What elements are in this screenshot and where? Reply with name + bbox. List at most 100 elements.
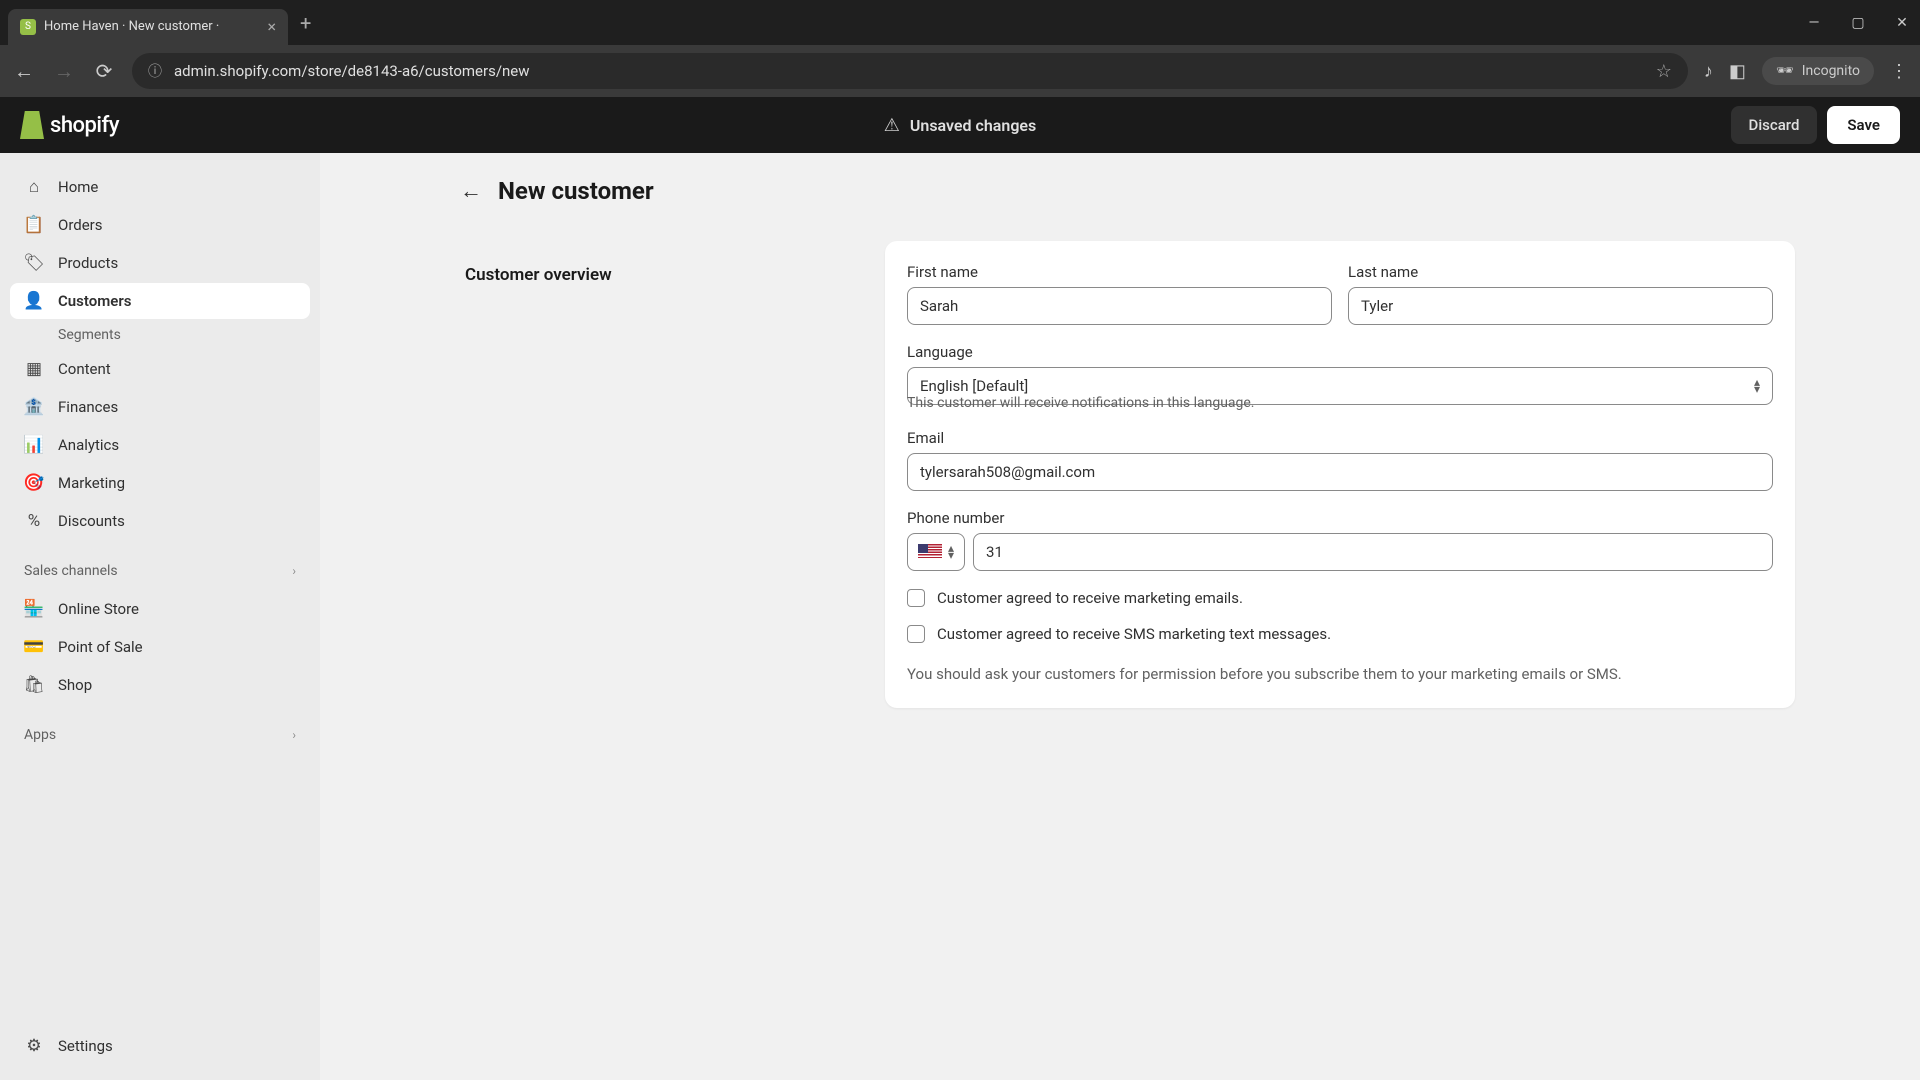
save-button[interactable]: Save — [1827, 106, 1900, 144]
back-arrow-button[interactable]: ← — [460, 178, 482, 204]
first-name-label: First name — [907, 263, 1332, 281]
sidebar-item-content[interactable]: ▦ Content — [10, 351, 310, 387]
sidebar-item-label: Finances — [58, 398, 118, 416]
sidebar-item-customers[interactable]: 👤 Customers — [10, 283, 310, 319]
maximize-button[interactable]: ▢ — [1848, 15, 1868, 31]
media-icon[interactable]: ♪ — [1704, 61, 1713, 82]
sidebar-item-label: Customers — [58, 292, 131, 310]
sidebar-item-shop[interactable]: 🛍 Shop — [10, 667, 310, 703]
browser-tab[interactable]: S Home Haven · New customer · × — [8, 9, 288, 45]
country-code-select[interactable]: ▴▾ — [907, 533, 965, 571]
sidebar-item-analytics[interactable]: 📊 Analytics — [10, 427, 310, 463]
home-icon: ⌂ — [24, 177, 44, 197]
us-flag-icon — [918, 544, 942, 560]
content-area: ← New customer Customer overview First n… — [320, 153, 1920, 1080]
sidebar-section-label: Sales channels — [24, 563, 118, 579]
analytics-icon: 📊 — [24, 435, 44, 455]
bookmark-icon[interactable]: ☆ — [1656, 61, 1672, 82]
last-name-input[interactable] — [1348, 287, 1773, 325]
sidebar-item-settings[interactable]: ⚙ Settings — [10, 1028, 310, 1064]
reload-button[interactable]: ⟳ — [92, 59, 116, 83]
sidebar-item-home[interactable]: ⌂ Home — [10, 169, 310, 205]
new-tab-button[interactable]: + — [300, 11, 311, 35]
sidebar-item-online-store[interactable]: 🏪 Online Store — [10, 591, 310, 627]
panel-icon[interactable]: ◧ — [1729, 61, 1746, 82]
sidebar-item-label: Settings — [58, 1037, 113, 1055]
first-name-input[interactable] — [907, 287, 1332, 325]
sidebar-section-apps[interactable]: Apps › — [10, 717, 310, 753]
forward-button[interactable]: → — [52, 59, 76, 84]
sidebar-sub-segments[interactable]: Segments — [10, 321, 310, 349]
marketing-sms-checkbox[interactable] — [907, 625, 925, 643]
incognito-badge[interactable]: 🕶 Incognito — [1762, 57, 1874, 85]
finances-icon: 🏦 — [24, 397, 44, 417]
store-icon: 🏪 — [24, 599, 44, 619]
sidebar-item-marketing[interactable]: 🎯 Marketing — [10, 465, 310, 501]
incognito-label: Incognito — [1802, 63, 1860, 79]
close-window-button[interactable]: ✕ — [1892, 15, 1912, 31]
sidebar-item-label: Shop — [58, 676, 92, 694]
marketing-email-checkbox[interactable] — [907, 589, 925, 607]
warning-icon: ⚠ — [884, 115, 900, 136]
chevron-right-icon: › — [292, 564, 296, 578]
pos-icon: 💳 — [24, 637, 44, 657]
url-text: admin.shopify.com/store/de8143-a6/custom… — [174, 62, 1644, 80]
shopify-wordmark: shopify — [50, 113, 119, 138]
content-icon: ▦ — [24, 359, 44, 379]
shop-icon: 🛍 — [24, 675, 44, 695]
section-title: Customer overview — [465, 265, 845, 285]
sidebar-section-sales[interactable]: Sales channels › — [10, 553, 310, 589]
sidebar-item-label: Online Store — [58, 600, 139, 618]
last-name-label: Last name — [1348, 263, 1773, 281]
back-button[interactable]: ← — [12, 59, 36, 84]
unsaved-label: Unsaved changes — [910, 116, 1036, 135]
url-bar[interactable]: ⓘ admin.shopify.com/store/de8143-a6/cust… — [132, 53, 1688, 89]
shopify-bag-icon — [20, 111, 44, 139]
customers-icon: 👤 — [24, 291, 44, 311]
marketing-email-label: Customer agreed to receive marketing ema… — [937, 589, 1243, 607]
sidebar-item-products[interactable]: 🏷 Products — [10, 245, 310, 281]
shopify-logo[interactable]: shopify — [20, 111, 119, 139]
email-label: Email — [907, 429, 1773, 447]
sidebar-item-label: Discounts — [58, 512, 125, 530]
browser-menu-icon[interactable]: ⋮ — [1890, 61, 1908, 82]
window-controls: — ▢ ✕ — [1804, 15, 1912, 31]
discounts-icon: % — [24, 511, 44, 531]
language-value: English [Default] — [920, 377, 1028, 395]
discard-button[interactable]: Discard — [1731, 106, 1818, 144]
phone-input[interactable] — [973, 533, 1773, 571]
gear-icon: ⚙ — [24, 1036, 44, 1056]
minimize-button[interactable]: — — [1804, 15, 1824, 31]
sidebar-item-label: Marketing — [58, 474, 125, 492]
sidebar-item-orders[interactable]: 📋 Orders — [10, 207, 310, 243]
sidebar-item-pos[interactable]: 💳 Point of Sale — [10, 629, 310, 665]
close-tab-icon[interactable]: × — [267, 17, 276, 36]
select-chevron-icon: ▴▾ — [1754, 379, 1760, 393]
sidebar-item-label: Point of Sale — [58, 638, 143, 656]
sidebar-item-finances[interactable]: 🏦 Finances — [10, 389, 310, 425]
app-topbar: shopify ⚠ Unsaved changes Discard Save — [0, 97, 1920, 153]
marketing-disclaimer: You should ask your customers for permis… — [907, 663, 1773, 686]
sidebar: ⌂ Home 📋 Orders 🏷 Products 👤 Customers S… — [0, 153, 320, 1080]
page-title: New customer — [498, 177, 654, 205]
sidebar-section-label: Apps — [24, 727, 56, 743]
orders-icon: 📋 — [24, 215, 44, 235]
shopify-favicon: S — [20, 19, 36, 35]
sidebar-item-label: Products — [58, 254, 118, 272]
products-icon: 🏷 — [24, 253, 44, 273]
sidebar-item-discounts[interactable]: % Discounts — [10, 503, 310, 539]
browser-tab-bar: S Home Haven · New customer · × + — ▢ ✕ — [0, 0, 1920, 45]
marketing-icon: 🎯 — [24, 473, 44, 493]
incognito-icon: 🕶 — [1776, 63, 1794, 79]
marketing-sms-label: Customer agreed to receive SMS marketing… — [937, 625, 1331, 643]
sidebar-item-label: Content — [58, 360, 111, 378]
select-chevron-icon: ▴▾ — [948, 545, 954, 559]
sidebar-item-label: Home — [58, 178, 98, 196]
browser-nav-bar: ← → ⟳ ⓘ admin.shopify.com/store/de8143-a… — [0, 45, 1920, 97]
site-info-icon[interactable]: ⓘ — [148, 61, 162, 81]
chevron-right-icon: › — [292, 728, 296, 742]
email-input[interactable] — [907, 453, 1773, 491]
sidebar-item-label: Analytics — [58, 436, 119, 454]
phone-label: Phone number — [907, 509, 1773, 527]
tab-title: Home Haven · New customer · — [44, 19, 259, 34]
